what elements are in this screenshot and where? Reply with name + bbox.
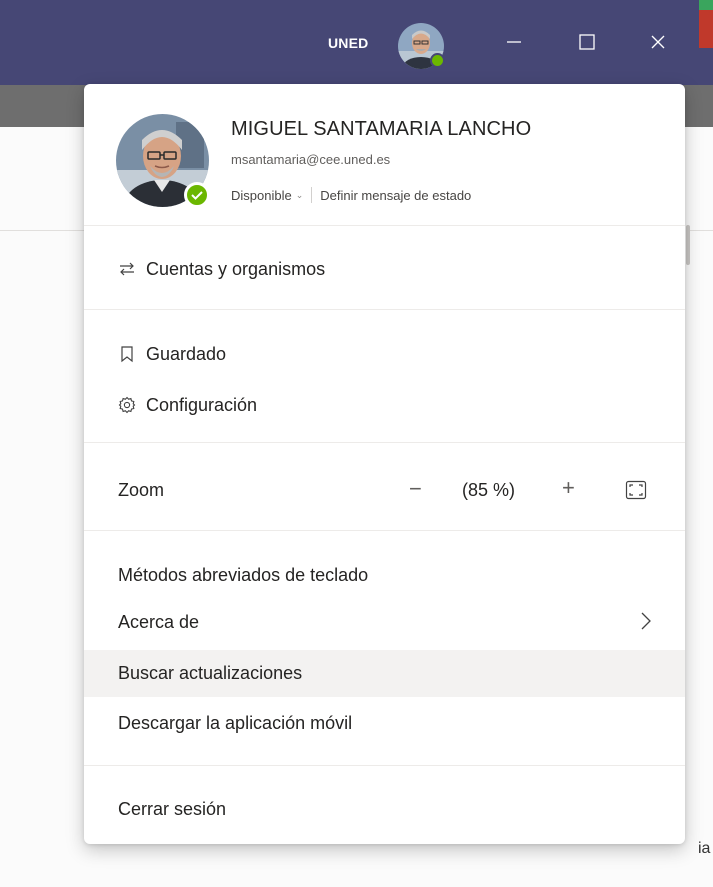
menu-item-sign-out[interactable]: Cerrar sesión [84,787,685,831]
menu-item-label: Buscar actualizaciones [118,663,303,683]
organization-label: UNED [328,35,369,51]
menu-item-settings[interactable]: Configuración [84,383,685,427]
zoom-reset-button[interactable] [625,480,647,500]
profile-avatar-button[interactable] [398,23,445,69]
menu-item-download-mobile-app[interactable]: Descargar la aplicación móvil [84,701,685,745]
profile-email: msantamaria@cee.uned.es [231,152,391,167]
profile-avatar [116,114,210,208]
divider [84,442,685,443]
divider [84,530,685,531]
set-status-message-link[interactable]: Definir mensaje de estado [320,188,471,203]
minimize-button[interactable] [500,28,528,56]
divider [84,765,685,766]
availability-label: Disponible [231,187,292,203]
divider [84,225,685,226]
menu-item-saved[interactable]: Guardado [84,332,685,376]
availability-dropdown[interactable]: Disponible ⌄ [231,188,303,203]
menu-item-check-updates[interactable]: Buscar actualizaciones [84,650,685,697]
status-row: Disponible ⌄ Definir mensaje de estado [231,187,471,203]
close-button[interactable] [644,28,672,56]
menu-item-label: Guardado [146,343,227,364]
divider [690,230,713,231]
zoom-value: (85 %) [462,480,516,500]
divider [0,230,84,231]
profile-name: MIGUEL SANTAMARIA LANCHO [231,118,532,140]
title-bar: UNED [0,0,713,85]
zoom-in-button[interactable]: + [562,477,575,499]
check-icon [191,191,203,200]
menu-item-label: Configuración [146,394,258,415]
zoom-out-button[interactable]: − [409,478,422,500]
divider [84,309,685,310]
menu-item-label: Cerrar sesión [118,798,227,819]
chevron-down-icon: ⌄ [295,189,304,200]
menu-item-label: Descargar la aplicación móvil [118,712,353,733]
bookmark-icon [121,346,133,363]
zoom-row: Zoom − (85 %) + [84,466,685,514]
profile-menu: MIGUEL SANTAMARIA LANCHO msantamaria@cee… [84,84,685,844]
menu-item-label: Cuentas y organismos [146,258,326,279]
background-text: ia [698,840,711,857]
window-edge-accent [699,0,713,10]
menu-item-label: Métodos abreviados de teclado [118,564,369,585]
divider [311,187,313,203]
switch-arrows-icon [120,262,134,276]
chevron-right-icon [641,612,651,630]
menu-item-label: Acerca de [118,611,200,632]
zoom-label: Zoom [118,479,165,500]
scrollbar[interactable] [686,225,690,265]
status-available-badge [184,182,210,208]
menu-item-about[interactable]: Acerca de [84,600,685,644]
maximize-button[interactable] [573,28,601,56]
menu-item-keyboard-shortcuts[interactable]: Métodos abreviados de teclado [84,553,685,597]
menu-item-accounts[interactable]: Cuentas y organismos [84,247,685,291]
gear-icon [118,396,136,414]
status-available-badge [430,53,445,68]
